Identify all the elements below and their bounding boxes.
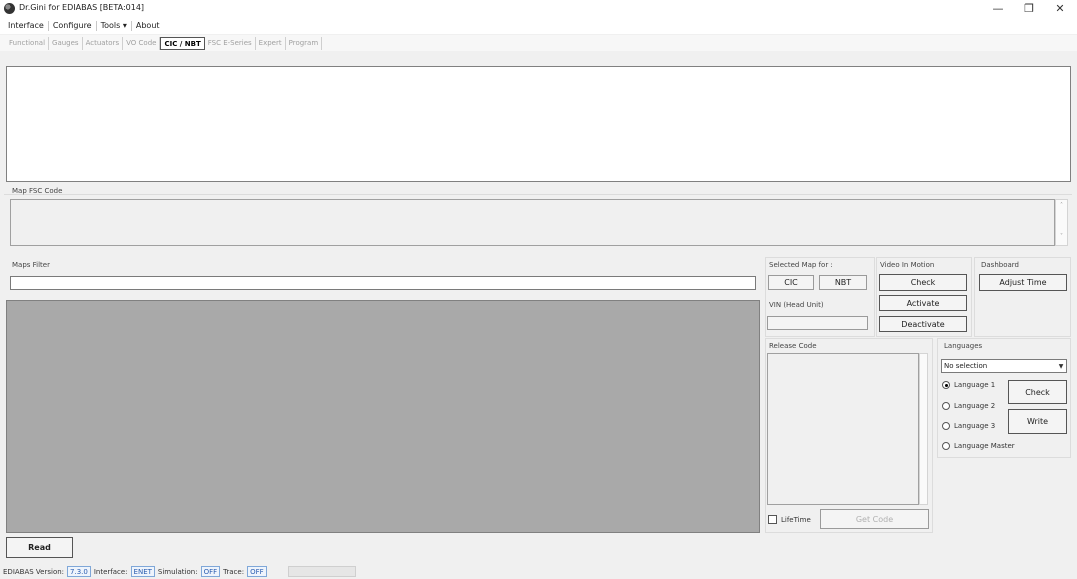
ediabas-version-value: 7.3.0 [67,566,91,577]
radio-icon[interactable] [942,422,950,430]
nbt-button[interactable]: NBT [819,275,867,290]
languages-label: Languages [944,342,983,350]
tab-vo-code[interactable]: VO Code [123,36,161,50]
chevron-down-icon[interactable]: ▼ [1056,360,1066,372]
simulation-label: Simulation: [157,567,198,576]
tab-gauges[interactable]: Gauges [49,36,83,50]
radio-icon[interactable] [942,442,950,450]
selected-map-label: Selected Map for : [769,261,833,269]
status-progress-bar [287,566,356,577]
release-code-label: Release Code [769,342,817,350]
menu-bar: Interface Configure Tools ▾ About [0,17,1077,34]
output-log-panel[interactable] [6,66,1071,182]
simulation-value: OFF [200,566,221,577]
dashboard-group [974,257,1071,337]
read-button[interactable]: Read [6,537,73,558]
language-master-radio[interactable]: Language Master [942,442,1015,450]
get-code-button[interactable]: Get Code [820,509,929,529]
cic-button[interactable]: CIC [768,275,814,290]
language-check-button[interactable]: Check [1008,380,1067,404]
language-3-radio[interactable]: Language 3 [942,422,995,430]
map-fsc-label: Map FSC Code [12,187,63,195]
lifetime-label: LifeTime [781,515,811,524]
tab-strip: Functional Gauges Actuators VO Code CIC … [0,35,1077,51]
map-fsc-textbox[interactable] [10,199,1055,246]
vin-field[interactable] [767,316,868,330]
video-in-motion-label: Video In Motion [880,261,935,269]
ediabas-version-label: EDIABAS Version: [3,567,65,576]
window-title: Dr.Gini for EDIABAS [BETA:014] [19,3,145,12]
vin-label: VIN (Head Unit) [769,301,824,309]
scroll-down-icon[interactable]: ˅ [1056,233,1067,240]
tab-cic-nbt[interactable]: CIC / NBT [160,36,205,50]
lifetime-option[interactable]: LifeTime [768,515,811,524]
tab-actuators[interactable]: Actuators [83,36,124,50]
tab-program[interactable]: Program [286,36,323,50]
map-fsc-scrollbar[interactable]: ˄ ˅ [1055,199,1068,246]
language-master-label: Language Master [954,442,1015,450]
release-code-textbox[interactable] [767,353,919,505]
release-code-scrollbar[interactable] [919,353,928,505]
language-1-label: Language 1 [954,381,996,389]
app-icon [4,3,15,14]
tab-expert[interactable]: Expert [256,36,286,50]
title-bar [0,0,1077,17]
lifetime-checkbox[interactable] [768,515,777,524]
tab-fsc-e-series[interactable]: FSC E-Series [205,36,256,50]
radio-selected-icon[interactable] [942,381,950,389]
tab-functional[interactable]: Functional [6,36,50,50]
language-3-label: Language 3 [954,422,996,430]
language-select[interactable]: No selection [941,359,1067,373]
trace-value: OFF [247,566,267,577]
vim-deactivate-button[interactable]: Deactivate [879,316,967,332]
maps-filter-label: Maps Filter [12,261,50,269]
menu-about[interactable]: About [132,21,164,30]
radio-icon[interactable] [942,402,950,410]
trace-label: Trace: [223,567,245,576]
restore-icon[interactable]: ❐ [1014,0,1044,17]
language-1-radio[interactable]: Language 1 [942,381,995,389]
language-2-label: Language 2 [954,402,996,410]
maps-filter-input[interactable] [10,276,756,290]
menu-interface[interactable]: Interface [4,21,48,30]
language-2-radio[interactable]: Language 2 [942,402,995,410]
scroll-up-icon[interactable]: ˄ [1056,202,1067,209]
interface-label: Interface: [93,567,128,576]
minimize-icon[interactable]: — [983,0,1013,17]
vim-activate-button[interactable]: Activate [879,295,967,311]
interface-value: ENET [130,566,155,577]
status-bar: EDIABAS Version: 7.3.0 Interface: ENET S… [0,564,1077,579]
vim-check-button[interactable]: Check [879,274,967,291]
language-write-button[interactable]: Write [1008,409,1067,434]
adjust-time-button[interactable]: Adjust Time [979,274,1067,291]
menu-configure[interactable]: Configure [49,21,96,30]
menu-tools[interactable]: Tools ▾ [97,21,131,30]
maps-list[interactable] [6,300,760,533]
dashboard-label: Dashboard [981,261,1019,269]
close-icon[interactable]: ✕ [1045,0,1075,17]
